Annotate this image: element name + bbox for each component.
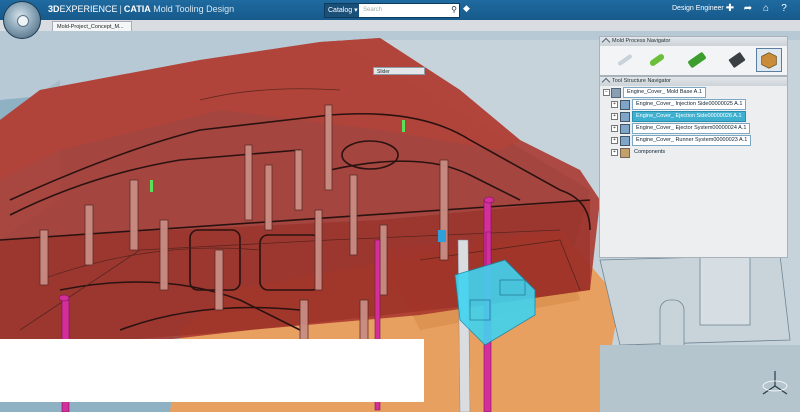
tree-node[interactable]: Engine_Cover_ Ejector System00000024 A.1 [632,123,751,134]
pin-tool-icon[interactable] [612,48,638,72]
expand-toggle[interactable]: + [611,101,618,108]
cylinder-tool-icon[interactable] [644,48,670,72]
home-icon[interactable]: ⌂ [759,2,773,16]
app-brand: 3DEXPERIENCE | CATIA Mold Tooling Design [48,4,234,14]
document-tab[interactable]: Mold-Project_Concept_M... [52,21,132,31]
app-name: Mold Tooling Design [153,4,235,14]
mold-process-navigator: Mold Process Navigator [599,36,788,76]
plate-tool-icon[interactable] [684,48,710,72]
tree-node[interactable]: Engine_Cover_ Runner System00000023 A.1 [632,135,752,146]
expand-toggle[interactable]: + [611,137,618,144]
search-icon[interactable]: ⚲ [451,5,457,14]
brand-catia: CATIA [123,4,151,14]
block-tool-icon[interactable] [724,48,750,72]
process-navigator-title[interactable]: Mold Process Navigator [600,37,787,46]
share-icon[interactable]: ➦ [741,2,755,16]
floating-toolbar[interactable]: Slider [373,67,425,75]
assembly-icon [620,136,630,146]
tree-node[interactable]: Engine_Cover_ Ejection Side00000026 A.1 [632,111,746,122]
axis-triad-icon[interactable] [758,366,792,400]
brand-experience: EXPERIENCE [59,4,118,14]
assembly-icon [611,88,621,98]
tree-navigator-title[interactable]: Tool Structure Navigator [600,77,787,86]
assembly-icon [620,100,630,110]
tree-node[interactable]: Engine_Cover_ Mold Base A.1 [623,87,706,98]
expand-toggle[interactable]: − [603,89,610,96]
tree-node-label: Engine_Cover_ Injection Side00000025 A.1 [632,99,747,110]
tag-icon[interactable]: ◆ [463,3,470,14]
tree-node-label: Engine_Cover_ Runner System00000023 A.1 [632,135,752,146]
assembly-icon [620,112,630,122]
search-input[interactable]: Search [363,4,382,17]
tree-node-label: Engine_Cover_ Ejector System00000024 A.1 [632,123,751,134]
tree-node[interactable]: Components [630,147,669,156]
components-icon [620,148,630,158]
user-name[interactable]: Design Engineer [672,5,724,12]
expand-toggle[interactable]: + [611,113,618,120]
add-icon[interactable]: ✚ [723,2,737,16]
help-icon[interactable]: ? [777,2,791,16]
expand-toggle[interactable]: + [611,149,618,156]
blank-overlay [0,339,424,402]
search-box[interactable]: Catalog ▾ Search ⚲ [324,3,460,18]
assembly-box-icon[interactable] [756,48,782,72]
brand-3d: 3D [48,4,60,14]
search-scope-dropdown[interactable]: Catalog ▾ [325,4,359,17]
tree-node-label: Engine_Cover_ Mold Base A.1 [623,87,706,98]
expand-toggle[interactable]: + [611,125,618,132]
compass-icon[interactable] [3,1,41,39]
tree-node-label: Engine_Cover_ Ejection Side00000026 A.1 [632,111,746,122]
search-scope-label: Catalog [328,7,353,14]
tree-node[interactable]: Engine_Cover_ Injection Side00000025 A.1 [632,99,747,110]
tree-node-label: Components [634,149,666,155]
tool-structure-navigator: Tool Structure Navigator − Engine_Cover_… [599,76,788,258]
assembly-icon [620,124,630,134]
